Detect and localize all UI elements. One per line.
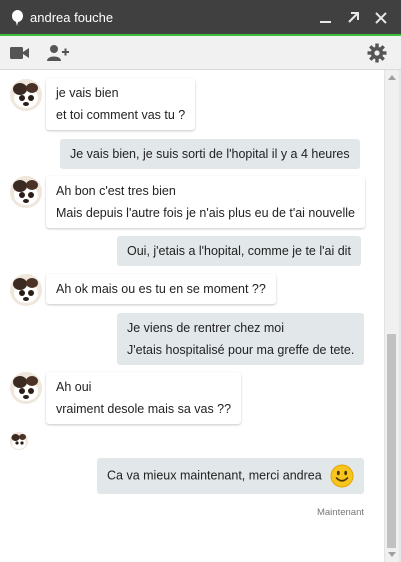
- message-line: Ah ok mais ou es tu en se moment ??: [56, 282, 266, 296]
- video-call-button[interactable]: [10, 46, 30, 65]
- chat-toolbar: [0, 36, 401, 70]
- message-bubble-sent: Je viens de rentrer chez moi J'etais hos…: [117, 313, 365, 365]
- contact-avatar[interactable]: [10, 79, 42, 111]
- message-line: Oui, j'etais a l'hopital, comme je te l'…: [127, 244, 351, 258]
- smiley-icon: [330, 464, 354, 488]
- message-line: Ca va mieux maintenant, merci andrea: [107, 468, 322, 483]
- contact-avatar[interactable]: [10, 372, 42, 404]
- message-bubble-received: Ah bon c'est tres bien Mais depuis l'aut…: [46, 176, 365, 228]
- avatar-image: [10, 432, 28, 450]
- message-line: J'etais hospitalisé pour ma greffe de te…: [127, 343, 355, 357]
- message-line: Je viens de rentrer chez moi: [127, 321, 285, 335]
- speech-bubble-icon: [12, 10, 23, 26]
- message-timestamp: Maintenant: [316, 507, 364, 518]
- contact-avatar[interactable]: [10, 274, 42, 306]
- minimize-icon: [320, 21, 331, 23]
- message-bubble-received: Ah oui vraiment desole mais sa vas ??: [46, 372, 242, 424]
- settings-button[interactable]: [367, 43, 387, 68]
- contact-avatar[interactable]: [10, 176, 42, 208]
- message-list: je vais bien et toi comment vas tu ? Je …: [0, 70, 384, 562]
- message-bubble-sent: Ca va mieux maintenant, merci andrea: [97, 458, 364, 494]
- popout-icon: [348, 12, 359, 23]
- message-line: et toi comment vas tu ?: [56, 108, 186, 122]
- message-bubble-sent: Oui, j'etais a l'hopital, comme je te l'…: [117, 236, 361, 266]
- message-bubble-received: je vais bien et toi comment vas tu ?: [46, 78, 196, 130]
- avatar-image: [10, 176, 42, 208]
- avatar-image: [10, 274, 42, 306]
- minimize-button[interactable]: [318, 10, 334, 26]
- message-line: je vais bien: [56, 86, 119, 100]
- close-button[interactable]: [373, 10, 389, 26]
- chat-title: andrea fouche: [30, 10, 114, 25]
- avatar-image: [10, 79, 42, 111]
- message-line: Ah bon c'est tres bien: [56, 184, 176, 198]
- scroll-up-arrow-icon[interactable]: [388, 75, 396, 80]
- message-line: Ah oui: [56, 380, 92, 394]
- popout-button[interactable]: [345, 10, 361, 26]
- message-line: vraiment desole mais sa vas ??: [56, 402, 232, 416]
- avatar-image: [10, 372, 42, 404]
- gear-icon: [367, 43, 387, 63]
- chat-titlebar: andrea fouche: [0, 0, 401, 36]
- message-line: Mais depuis l'autre fois je n'ais plus e…: [56, 206, 355, 220]
- video-camera-icon: [10, 47, 29, 59]
- add-person-icon: [47, 45, 69, 61]
- close-icon: [375, 12, 387, 24]
- message-bubble-sent: Je vais bien, je suis sorti de l'hopital…: [60, 139, 360, 169]
- scroll-down-arrow-icon[interactable]: [388, 552, 396, 557]
- scroll-thumb[interactable]: [387, 334, 396, 548]
- message-bubble-received: Ah ok mais ou es tu en se moment ??: [46, 274, 276, 304]
- scrollbar[interactable]: [384, 70, 399, 562]
- message-line: Je vais bien, je suis sorti de l'hopital…: [70, 147, 350, 161]
- add-person-button[interactable]: [47, 44, 69, 67]
- read-receipt-avatar: [10, 432, 28, 450]
